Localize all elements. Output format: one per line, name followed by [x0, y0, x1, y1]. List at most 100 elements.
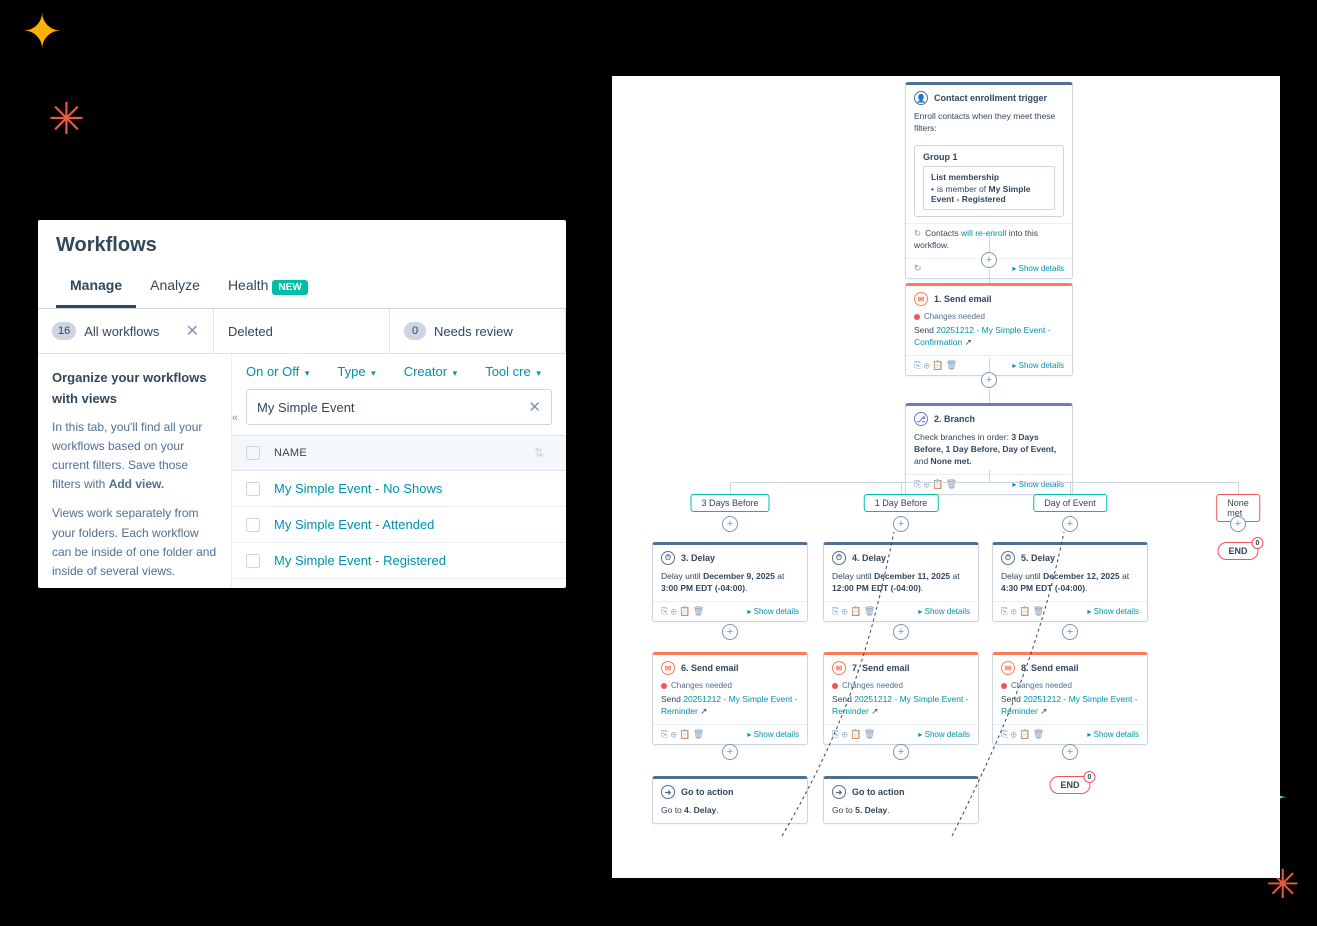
view-all-workflows[interactable]: 16 All workflows ✕ — [38, 309, 214, 353]
show-details-link[interactable]: ▸ Show details — [918, 730, 970, 739]
add-step-button[interactable]: + — [1230, 516, 1246, 532]
new-badge: NEW — [272, 280, 307, 295]
add-step-button[interactable]: + — [1062, 624, 1078, 640]
clock-icon: ⏱ — [832, 551, 846, 565]
mail-icon: ✉ — [832, 661, 846, 675]
show-details-link[interactable]: ▸ Show details — [1012, 264, 1064, 273]
view-needs-review[interactable]: 0Needs review — [390, 309, 566, 353]
clock-icon: ⏱ — [661, 551, 675, 565]
page-title: Workflows — [38, 220, 566, 257]
table-row[interactable]: My Simple Event - Registered — [232, 543, 566, 579]
reenroll-link[interactable]: will re-enroll — [961, 228, 1006, 238]
help-p1: In this tab, you'll find all your workfl… — [52, 418, 217, 495]
node-tools[interactable]: ⎘ ⊕ 📋 🗑 — [1001, 606, 1044, 617]
add-step-button[interactable]: + — [893, 516, 909, 532]
node-tools[interactable]: ↻ — [914, 263, 922, 274]
node-goto-2[interactable]: ➜Go to actionGo to 5. Delay. — [823, 776, 979, 824]
filter-type[interactable]: Type ▾ — [337, 364, 375, 379]
branch-icon: ⎇ — [914, 412, 928, 426]
filter-creator[interactable]: Creator ▾ — [404, 364, 458, 379]
table-header: NAME ⇅ — [232, 435, 566, 471]
email-link[interactable]: 20251212 - My Simple Event - Reminder — [661, 694, 798, 716]
clear-search-icon[interactable]: ✕ — [528, 398, 541, 416]
count-badge: 16 — [52, 322, 76, 340]
show-details-link[interactable]: ▸ Show details — [747, 607, 799, 616]
node-tools[interactable]: ⎘ ⊕ 📋 🗑 — [832, 729, 875, 740]
show-details-link[interactable]: ▸ Show details — [1087, 730, 1139, 739]
sparkle-icon: ✳ — [48, 94, 85, 145]
node-send-email-7[interactable]: ✉7. Send emailChanges neededSend 2025121… — [823, 652, 979, 745]
sparkle-icon: ✦ — [22, 4, 62, 60]
node-send-email-6[interactable]: ✉6. Send emailChanges neededSend 2025121… — [652, 652, 808, 745]
help-heading: Organize your workflows with views — [52, 368, 217, 410]
tab-manage[interactable]: Manage — [56, 267, 136, 308]
add-step-button[interactable]: + — [722, 744, 738, 760]
select-all-checkbox[interactable] — [246, 446, 260, 460]
node-goto-1[interactable]: ➜Go to actionGo to 4. Delay. — [652, 776, 808, 824]
add-step-button[interactable]: + — [722, 516, 738, 532]
add-step-button[interactable]: + — [893, 744, 909, 760]
group-label: Group 1 — [923, 152, 1055, 162]
add-step-button[interactable]: + — [893, 624, 909, 640]
show-details-link[interactable]: ▸ Show details — [747, 730, 799, 739]
clock-icon: ⏱ — [1001, 551, 1015, 565]
node-send-email-8[interactable]: ✉8. Send emailChanges neededSend 2025121… — [992, 652, 1148, 745]
collapse-chevron-icon[interactable]: « — [232, 410, 238, 428]
status-warning: Changes needed — [924, 312, 985, 321]
add-step-button[interactable]: + — [1062, 516, 1078, 532]
workflow-link[interactable]: My Simple Event - No Shows — [274, 481, 442, 496]
goto-icon: ➜ — [832, 785, 846, 799]
email-link[interactable]: 20251212 - My Simple Event - Reminder — [832, 694, 969, 716]
workflow-link[interactable]: My Simple Event - Registered — [274, 553, 446, 568]
close-view-icon[interactable]: ✕ — [186, 321, 199, 341]
node-delay-5[interactable]: ⏱5. DelayDelay until December 12, 2025 a… — [992, 542, 1148, 622]
sort-icon[interactable]: ⇅ — [534, 446, 544, 460]
table-row[interactable]: My Simple Event - No Shows — [232, 471, 566, 507]
search-value: My Simple Event — [257, 400, 355, 415]
user-icon: 👤 — [914, 91, 928, 105]
row-checkbox[interactable] — [246, 482, 260, 496]
branch-pill-1day[interactable]: 1 Day Before — [864, 494, 939, 512]
node-tools[interactable]: ⎘ ⊕ 📋 🗑 — [1001, 729, 1044, 740]
show-details-link[interactable]: ▸ Show details — [1012, 361, 1064, 370]
filter-group: Group 1 List membership •is member of My… — [914, 145, 1064, 217]
node-tools[interactable]: ⎘ ⊕ 📋 🗑 — [661, 729, 704, 740]
node-title: Contact enrollment trigger — [934, 93, 1047, 103]
node-tools[interactable]: ⎘ ⊕ 📋 🗑 — [661, 606, 704, 617]
goto-icon: ➜ — [661, 785, 675, 799]
search-input[interactable]: My Simple Event ✕ — [246, 389, 552, 425]
row-checkbox[interactable] — [246, 518, 260, 532]
show-details-link[interactable]: ▸ Show details — [918, 607, 970, 616]
filter-on-or-off[interactable]: On or Off ▾ — [246, 364, 309, 379]
trigger-lead: Enroll contacts when they meet these fil… — [906, 111, 1072, 141]
mail-icon: ✉ — [661, 661, 675, 675]
add-step-button[interactable]: + — [981, 252, 997, 268]
filter-tool-cre[interactable]: Tool cre ▾ — [485, 364, 541, 379]
add-step-button[interactable]: + — [1062, 744, 1078, 760]
tab-health[interactable]: HealthNEW — [214, 267, 322, 308]
criteria-heading: List membership — [931, 172, 1047, 182]
end-node[interactable]: END0 — [1217, 542, 1258, 560]
add-step-button[interactable]: + — [722, 624, 738, 640]
node-tools[interactable]: ⎘ ⊕ 📋 🗑 — [832, 606, 875, 617]
tab-analyze[interactable]: Analyze — [136, 267, 214, 308]
branch-pill-3days[interactable]: 3 Days Before — [690, 494, 769, 512]
view-label: All workflows — [84, 324, 159, 339]
end-node[interactable]: END0 — [1049, 776, 1090, 794]
email-link[interactable]: 20251212 - My Simple Event - Reminder — [1001, 694, 1138, 716]
workflow-link[interactable]: My Simple Event - Attended — [274, 517, 434, 532]
node-delay-3[interactable]: ⏱3. DelayDelay until December 9, 2025 at… — [652, 542, 808, 622]
branch-pill-dayof[interactable]: Day of Event — [1033, 494, 1107, 512]
row-checkbox[interactable] — [246, 554, 260, 568]
view-deleted[interactable]: Deleted — [214, 309, 390, 353]
end-count-badge: 0 — [1252, 537, 1264, 549]
node-tools[interactable]: ⎘ ⊕ 📋 🗑 — [914, 360, 957, 371]
table-row[interactable]: My Simple Event - Attended — [232, 507, 566, 543]
mail-icon: ✉ — [914, 292, 928, 306]
tabs: ManageAnalyzeHealthNEW — [38, 267, 566, 309]
add-step-button[interactable]: + — [981, 372, 997, 388]
view-label: Needs review — [434, 324, 513, 339]
node-tools[interactable]: ⎘ ⊕ 📋 🗑 — [914, 479, 957, 490]
node-delay-4[interactable]: ⏱4. DelayDelay until December 11, 2025 a… — [823, 542, 979, 622]
show-details-link[interactable]: ▸ Show details — [1087, 607, 1139, 616]
